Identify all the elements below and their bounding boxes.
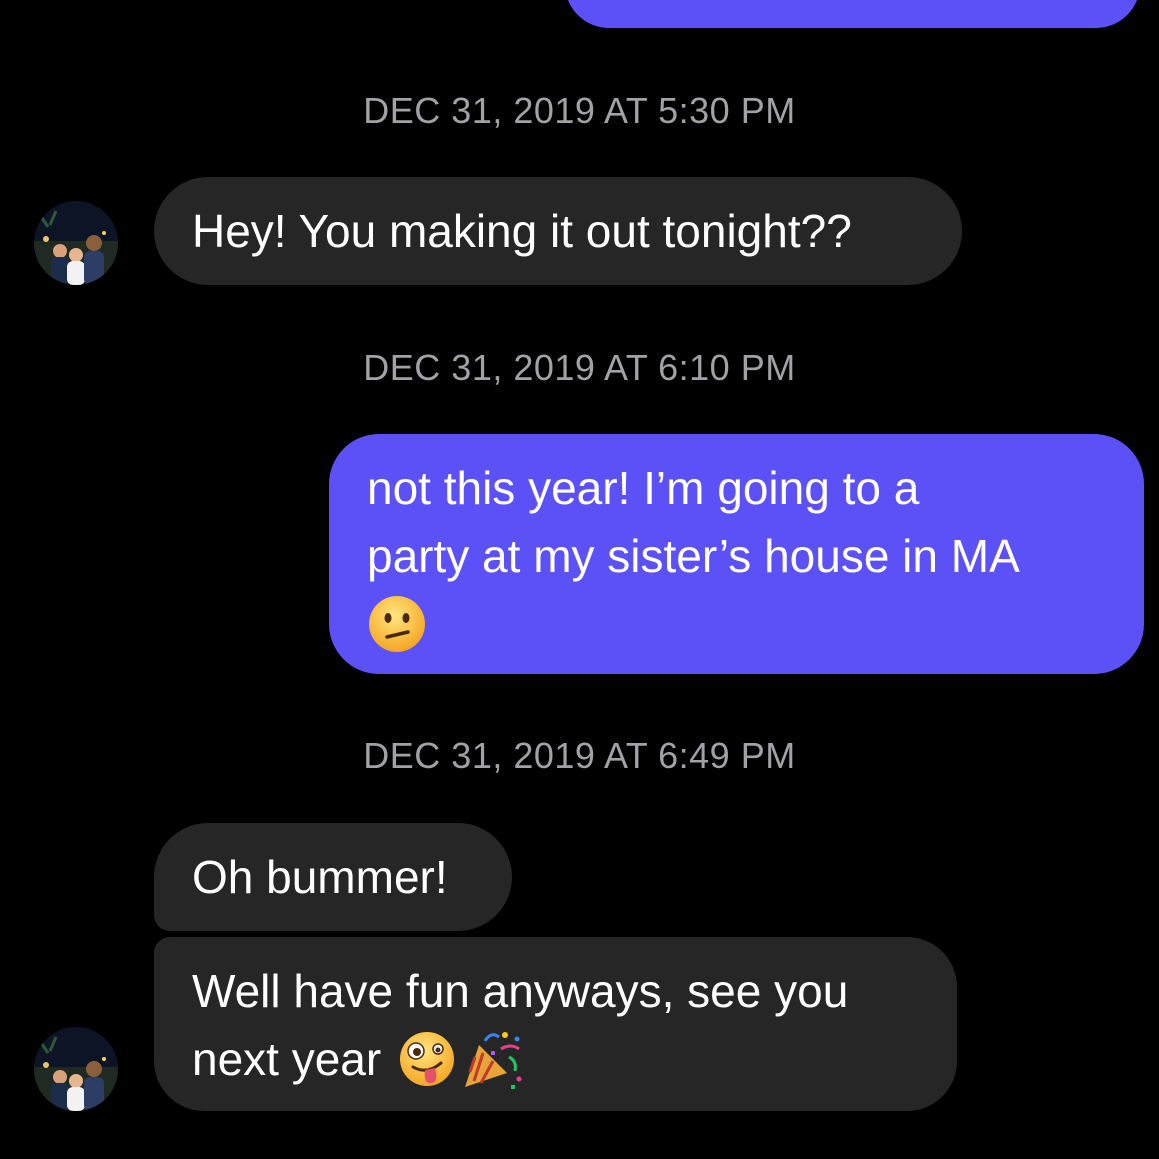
previous-outgoing-bubble[interactable] [565, 0, 1140, 28]
message-timestamp: DEC 31, 2019 AT 6:49 PM [363, 735, 796, 776]
zany-face-emoji-icon [400, 1032, 455, 1086]
incoming-message-bubble[interactable]: Well have fun anyways, see you next year [154, 937, 957, 1111]
avatar-photo-icon [34, 201, 118, 285]
message-text-line: next year [192, 1033, 382, 1085]
contact-avatar[interactable] [34, 201, 118, 285]
incoming-message-bubble[interactable]: Hey! You making it out tonight?? [154, 177, 962, 285]
message-text: Oh bummer! [192, 851, 448, 903]
avatar-photo-icon [34, 1027, 118, 1111]
message-timestamp: DEC 31, 2019 AT 6:10 PM [363, 347, 796, 388]
contact-avatar[interactable] [34, 1027, 118, 1111]
message-text-line: Well have fun anyways, see you [192, 965, 849, 1017]
chat-thread: DEC 31, 2019 AT 5:30 PM Hey! You making … [0, 0, 1159, 1159]
party-popper-emoji-icon [465, 1032, 522, 1089]
message-text-line: not this year! I’m going to a [367, 462, 920, 514]
incoming-message-bubble[interactable]: Oh bummer! [154, 823, 512, 931]
message-timestamp: DEC 31, 2019 AT 5:30 PM [363, 90, 796, 131]
outgoing-message-bubble[interactable]: not this year! I’m going to a party at m… [329, 434, 1144, 674]
message-text: Hey! You making it out tonight?? [192, 205, 852, 257]
message-text-line: party at my sister’s house in MA [367, 530, 1020, 582]
confused-face-emoji-icon [369, 596, 425, 652]
